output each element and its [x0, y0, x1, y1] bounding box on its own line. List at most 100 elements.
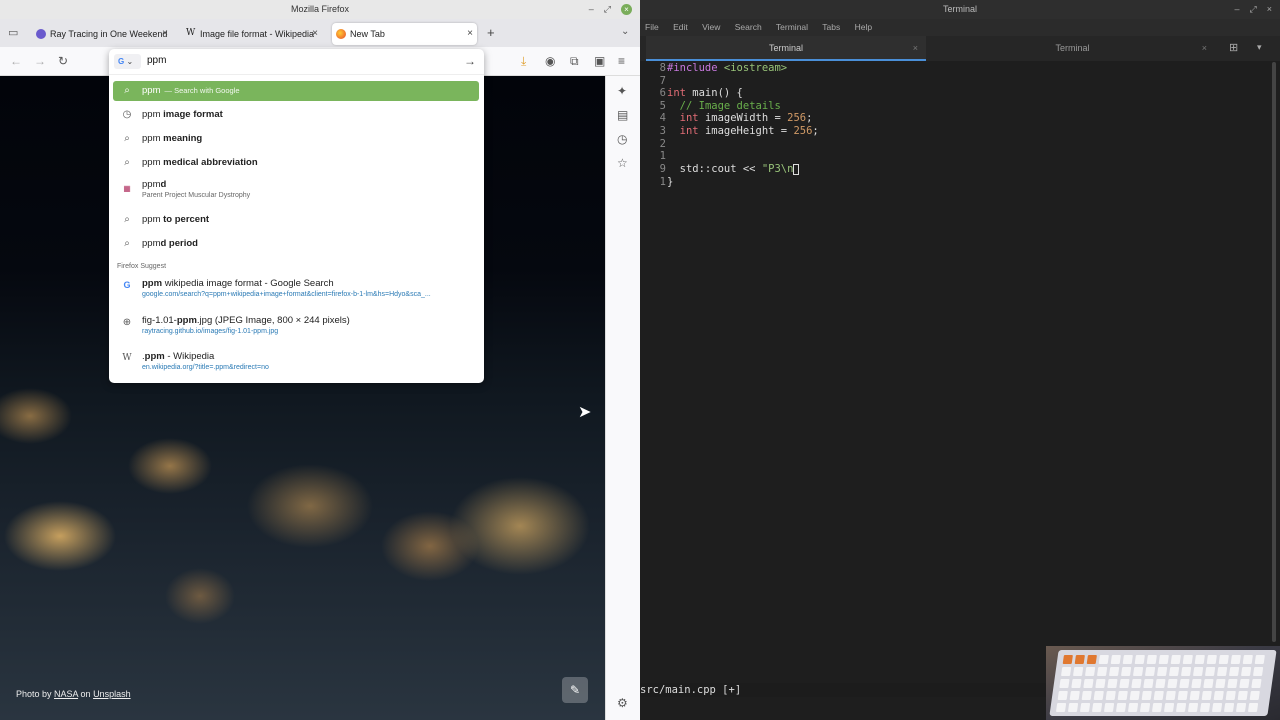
forward-arrow-icon[interactable]: → — [34, 54, 46, 68]
keyboard-key — [1059, 679, 1070, 688]
tab-dropdown-icon[interactable]: ▾ — [1257, 42, 1262, 53]
terminal-scrollbar[interactable] — [1272, 62, 1276, 642]
tab-label: Image file format - Wikipedia — [200, 29, 315, 39]
keyboard-key — [1235, 703, 1247, 712]
close-tab-icon[interactable]: × — [162, 23, 168, 45]
keyboard-key — [1237, 691, 1248, 700]
menu-hamburger-icon[interactable]: ≡ — [618, 54, 625, 68]
suggestion-row[interactable]: ⌕ ppm to percent — [113, 210, 479, 230]
terminal-tab-1[interactable]: Terminal × — [646, 36, 926, 61]
menu-edit[interactable]: Edit — [673, 22, 688, 32]
close-tab-icon[interactable]: × — [312, 23, 318, 45]
keyboard-key — [1230, 655, 1241, 664]
tab-ray-tracing[interactable]: Ray Tracing in One Weekend × — [32, 23, 172, 45]
keyboard-key — [1247, 703, 1259, 712]
keyboard-key — [1074, 655, 1085, 664]
downloads-icon[interactable]: ⤓ — [521, 54, 526, 68]
photo-site-link[interactable]: Unsplash — [93, 689, 131, 699]
keyboard-key — [1192, 667, 1204, 676]
suggestion-row[interactable]: ⌕ ppm medical abbreviation — [113, 153, 479, 173]
go-arrow-icon[interactable]: → — [464, 54, 476, 68]
reload-icon[interactable]: ↻ — [58, 54, 68, 68]
suggestion-row[interactable]: ⌕ ppmd period — [113, 234, 479, 254]
back-arrow-icon[interactable]: ← — [10, 54, 22, 68]
menu-tabs[interactable]: Tabs — [822, 22, 840, 32]
code-line: // Image details — [679, 100, 781, 112]
suggest-item-google[interactable]: G ppm wikipedia image format - Google Se… — [113, 277, 479, 303]
suggestion-row[interactable]: ◷ ppm image format — [113, 105, 479, 125]
window-title: Mozilla Firefox — [290, 4, 349, 14]
keyboard-key — [1163, 703, 1175, 712]
ai-chat-sparkle-icon[interactable]: ✦ — [617, 84, 627, 98]
close-window-icon[interactable]: × — [621, 4, 632, 15]
keyboard-key — [1228, 667, 1240, 676]
maximize-icon[interactable]: ⤢ — [604, 0, 611, 19]
tab-new-tab[interactable]: New Tab × — [332, 23, 477, 45]
url-input[interactable]: ppm — [147, 55, 166, 66]
menu-terminal[interactable]: Terminal — [776, 22, 808, 32]
history-clock-icon[interactable]: ◷ — [617, 132, 627, 146]
suggestion-row[interactable]: ⌕ ppm meaning — [113, 129, 479, 149]
keyboard-key — [1189, 691, 1200, 700]
keyboard-key — [1158, 655, 1169, 664]
keyboard-key — [1060, 667, 1072, 676]
suggestion-search-with-google[interactable]: ⌕ ppm — Search with Google — [113, 81, 479, 101]
extensions-icon[interactable]: ⧉ — [570, 54, 579, 68]
tab-label: Ray Tracing in One Weekend — [50, 29, 168, 39]
suggest-item-jpg[interactable]: ⊕ fig-1.01-ppm.jpg (JPEG Image, 800 × 24… — [113, 314, 479, 340]
new-tab-plus-icon[interactable]: + — [487, 25, 495, 40]
keyboard-key — [1081, 691, 1092, 700]
account-icon[interactable]: ◉ — [545, 54, 555, 68]
minimize-icon[interactable]: – — [589, 0, 594, 19]
firefox-view-icon[interactable]: ▭ — [8, 26, 18, 39]
keyboard-key — [1067, 703, 1079, 712]
terminal-tab-bar: Terminal × Terminal × ⊞ ▾ — [640, 36, 1280, 61]
code-line: std::cout << "P3\n — [667, 163, 800, 175]
keyboard-key — [1227, 679, 1238, 688]
keyboard-key — [1096, 667, 1108, 676]
line-number: 6 — [659, 87, 666, 99]
new-terminal-tab-icon[interactable]: ⊞ — [1229, 41, 1238, 54]
wikipedia-icon: W — [122, 353, 132, 363]
keyboard-image — [1049, 650, 1277, 716]
minimize-icon[interactable]: – — [1235, 0, 1240, 19]
maximize-icon[interactable]: ⤢ — [1250, 0, 1257, 19]
firefox-favicon-icon — [336, 29, 346, 39]
suggest-item-wikipedia[interactable]: W .ppm - Wikipedia en.wikipedia.org/?tit… — [113, 350, 479, 376]
sidebar-settings-gear-icon[interactable]: ⚙ — [617, 696, 628, 710]
sidebar-strip: ✦ ▤ ◷ ☆ ⚙ — [605, 76, 640, 720]
keyboard-key — [1182, 655, 1193, 664]
menu-help[interactable]: Help — [855, 22, 872, 32]
keyboard-key — [1117, 691, 1128, 700]
customize-pencil-button[interactable]: ✎ — [562, 677, 588, 703]
tab-label: New Tab — [350, 29, 385, 39]
search-engine-selector[interactable]: G ⌄ — [114, 54, 141, 69]
close-tab-icon[interactable]: × — [467, 23, 473, 45]
mouse-cursor-icon: ➤ — [578, 404, 592, 421]
bookmarks-star-icon[interactable]: ☆ — [617, 156, 628, 170]
keyboard-key — [1201, 691, 1212, 700]
terminal-tab-2[interactable]: Terminal × — [930, 36, 1215, 61]
line-number: 4 — [659, 112, 666, 124]
history-icon: ◷ — [122, 109, 132, 120]
menu-view[interactable]: View — [702, 22, 720, 32]
suggestion-ppmd[interactable]: ▦ ppmd Parent Project Muscular Dystrophy — [113, 178, 479, 204]
address-bar[interactable]: G ⌄ ppm → — [109, 49, 484, 75]
keyboard-key — [1249, 691, 1260, 700]
photo-author-link[interactable]: NASA — [54, 689, 78, 699]
close-tab-icon[interactable]: × — [913, 36, 918, 61]
keyboard-key — [1254, 655, 1265, 664]
sidebar-toggle-icon[interactable]: ▣ — [594, 54, 605, 68]
close-tab-icon[interactable]: × — [1202, 36, 1207, 61]
tab-list-chevron-icon[interactable]: ⌄ — [621, 26, 629, 37]
close-window-icon[interactable]: × — [1267, 0, 1272, 19]
tab-image-file-format[interactable]: W Image file format - Wikipedia × — [182, 23, 322, 45]
line-number: 3 — [659, 125, 666, 137]
menu-file[interactable]: File — [645, 22, 659, 32]
keyboard-key — [1153, 691, 1164, 700]
menu-search[interactable]: Search — [735, 22, 762, 32]
keyboard-key — [1095, 679, 1106, 688]
synced-tabs-icon[interactable]: ▤ — [617, 108, 628, 122]
keyboard-key — [1156, 667, 1168, 676]
keyboard-key — [1170, 655, 1181, 664]
